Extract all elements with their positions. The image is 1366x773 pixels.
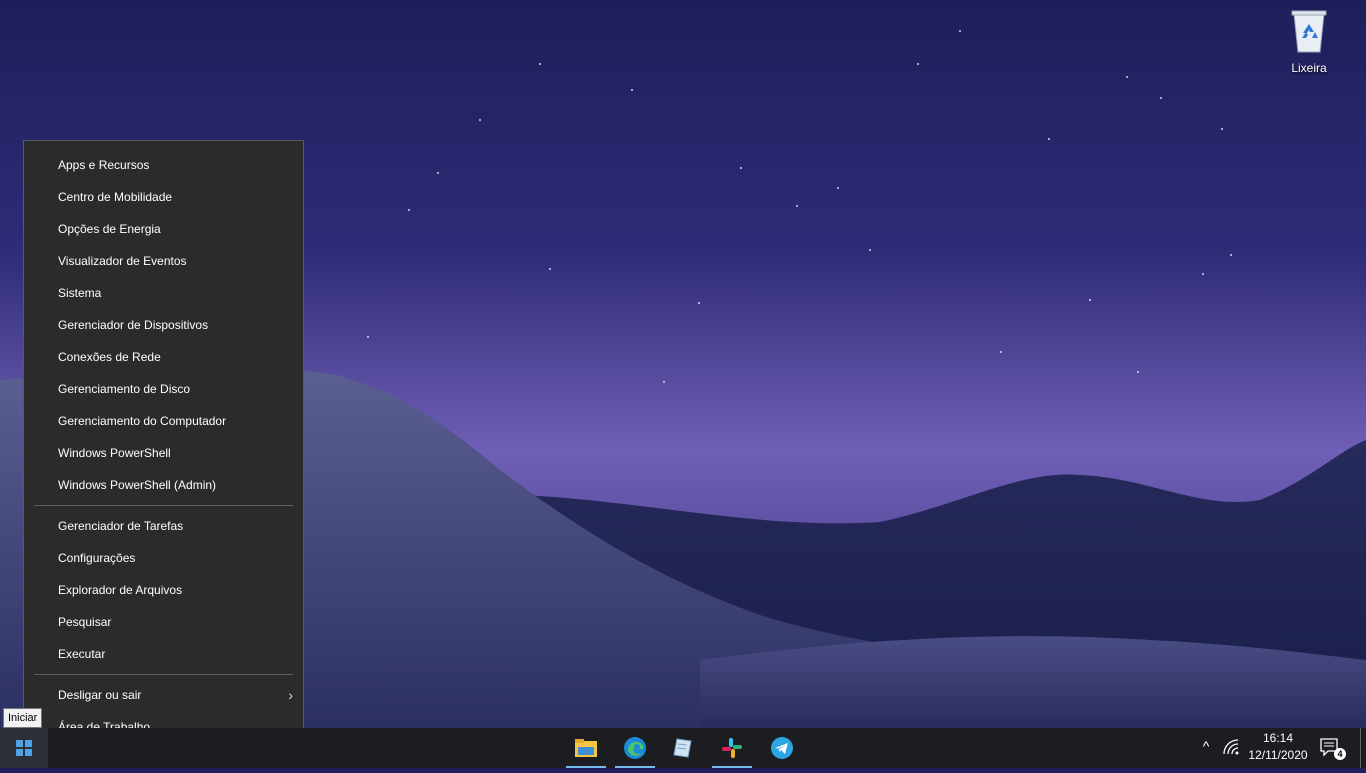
taskbar-edge[interactable] [615, 728, 655, 768]
winx-context-menu: Apps e Recursos Centro de Mobilidade Opç… [23, 140, 304, 750]
menu-item-gerenciador-de-tarefas[interactable]: Gerenciador de Tarefas [24, 510, 303, 542]
menu-item-pesquisar[interactable]: Pesquisar [24, 606, 303, 638]
edge-icon [624, 737, 646, 759]
show-desktop-button[interactable] [1360, 728, 1361, 768]
menu-separator [34, 674, 293, 675]
recycle-bin-label: Lixeira [1291, 61, 1327, 75]
taskbar-notepad[interactable] [663, 728, 703, 768]
start-tooltip: Iniciar [3, 708, 43, 728]
menu-item-windows-powershell[interactable]: Windows PowerShell [24, 437, 303, 469]
menu-item-windows-powershell-admin[interactable]: Windows PowerShell (Admin) [24, 469, 303, 501]
menu-item-executar[interactable]: Executar [24, 638, 303, 670]
menu-item-visualizador-de-eventos[interactable]: Visualizador de Eventos [24, 245, 303, 277]
menu-item-gerenciamento-de-disco[interactable]: Gerenciamento de Disco [24, 373, 303, 405]
notepad-icon [673, 738, 692, 758]
clock[interactable]: 16:14 12/11/2020 [1246, 730, 1310, 764]
recycle-bin[interactable]: Lixeira [1284, 8, 1334, 75]
tray-chevron-up-icon[interactable]: ^ [1196, 738, 1216, 758]
wifi-icon[interactable] [1222, 738, 1242, 758]
taskbar-file-explorer[interactable] [566, 728, 606, 768]
menu-item-explorador-de-arquivos[interactable]: Explorador de Arquivos [24, 574, 303, 606]
menu-item-opcoes-de-energia[interactable]: Opções de Energia [24, 213, 303, 245]
menu-separator [34, 505, 293, 506]
taskbar: ^ 16:14 12/11/2020 4 [0, 728, 1366, 768]
menu-item-apps-e-recursos[interactable]: Apps e Recursos [24, 149, 303, 181]
notification-count-badge: 4 [1334, 748, 1346, 760]
taskbar-slack[interactable] [712, 728, 752, 768]
menu-item-sistema[interactable]: Sistema [24, 277, 303, 309]
slack-icon [722, 738, 742, 758]
start-button[interactable] [0, 728, 48, 768]
chevron-right-icon: › [288, 687, 293, 703]
menu-item-conexoes-de-rede[interactable]: Conexões de Rede [24, 341, 303, 373]
file-explorer-icon [575, 739, 597, 757]
recycle-bin-icon [1291, 10, 1327, 53]
menu-item-gerenciamento-do-computador[interactable]: Gerenciamento do Computador [24, 405, 303, 437]
menu-item-label: Desligar ou sair [58, 688, 142, 702]
menu-item-gerenciador-de-dispositivos[interactable]: Gerenciador de Dispositivos [24, 309, 303, 341]
clock-date: 12/11/2020 [1248, 748, 1308, 762]
menu-item-centro-de-mobilidade[interactable]: Centro de Mobilidade [24, 181, 303, 213]
telegram-icon [771, 737, 793, 759]
menu-item-configuracoes[interactable]: Configurações [24, 542, 303, 574]
clock-time: 16:14 [1262, 731, 1294, 745]
taskbar-telegram[interactable] [762, 728, 802, 768]
menu-item-desligar-ou-sair[interactable]: Desligar ou sair › [24, 679, 303, 711]
windows-logo-icon [16, 740, 32, 756]
